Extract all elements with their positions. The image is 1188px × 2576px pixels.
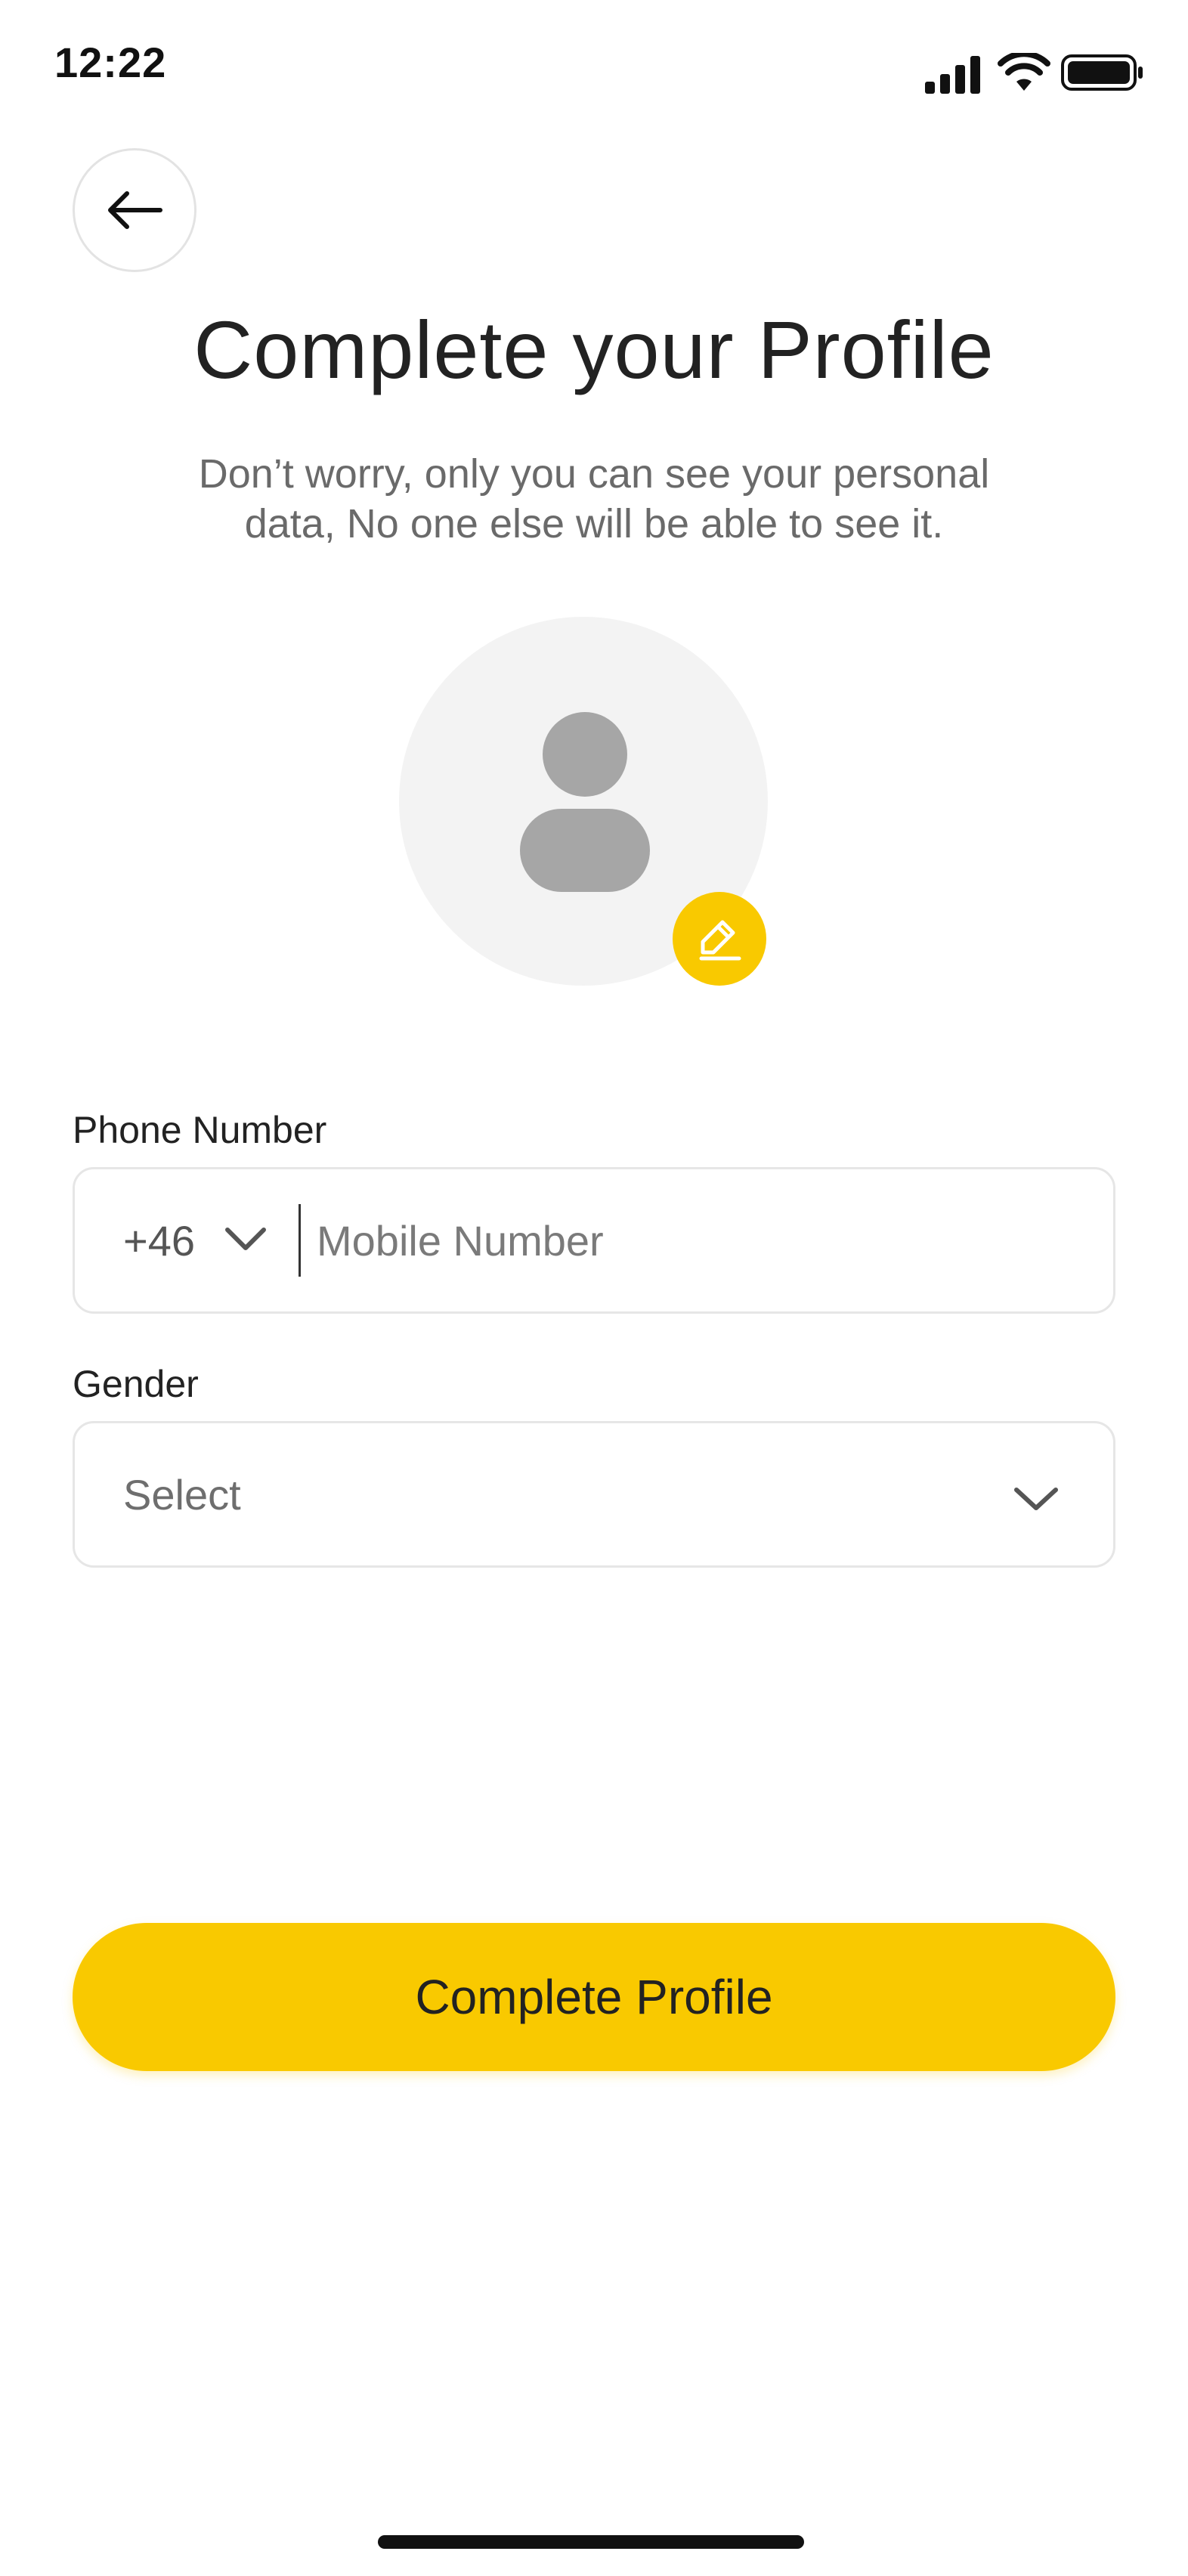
country-code-select[interactable]: +46 [75,1169,294,1311]
complete-profile-button[interactable]: Complete Profile [73,1923,1115,2071]
phone-divider [299,1204,301,1277]
user-placeholder-icon [520,712,650,892]
status-time: 12:22 [54,39,167,86]
phone-number-field: +46 [73,1167,1115,1314]
signal-icon [925,56,980,94]
page-title: Complete your Profile [193,304,995,395]
chevron-down-icon [1014,1488,1058,1510]
edit-avatar-button[interactable] [673,892,766,986]
country-code-value: +46 [123,1217,195,1265]
mobile-number-input[interactable] [317,1192,1087,1289]
chevron-down-icon [225,1228,266,1250]
pencil-icon [699,920,741,961]
gender-select[interactable]: Select [73,1421,1115,1568]
gender-selected-value: Select [123,1471,241,1519]
gender-label: Gender [73,1363,199,1405]
phone-number-label: Phone Number [73,1109,327,1151]
page-subtitle: Don’t worry, only you can see your perso… [198,451,990,546]
home-indicator [378,2535,804,2549]
battery-icon [1061,54,1143,91]
status-bar: 12:22 [0,0,1188,144]
arrow-left-icon [108,191,162,229]
wifi-icon [998,53,1050,91]
back-button[interactable] [73,148,196,272]
